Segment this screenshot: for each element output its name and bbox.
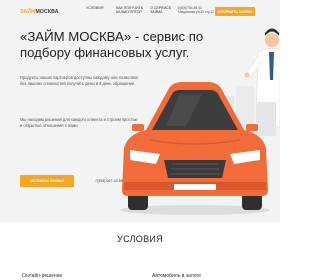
nav-about-service[interactable]: О СЕРВИСЕ ЗАЙМА <box>150 6 172 14</box>
hero-section: ЗАЙММОСКВА УСЛОВИЯ КАК ПОЛУЧИТЬ КАЛЬКУЛЯ… <box>0 0 280 222</box>
logo[interactable]: ЗАЙММОСКВА <box>20 9 59 15</box>
logo-accent: ЗАЙМ <box>20 9 36 15</box>
site-header: ЗАЙММОСКВА УСЛОВИЯ КАК ПОЛУЧИТЬ КАЛЬКУЛЯ… <box>0 0 280 22</box>
nav-conditions[interactable]: УСЛОВИЯ <box>86 6 104 10</box>
conditions-title: УСЛОВИЯ <box>117 234 163 244</box>
card-online-decision: Онлайн-решение <box>22 273 63 279</box>
hero-phone[interactable]: 7(958) 067-43-50 <box>95 179 123 183</box>
header-contact: 8(800)754-85-43 Мещанская ул.30 стр 12 <box>178 6 214 14</box>
header-address: Мещанская ул.30 стр 12 <box>178 10 215 14</box>
logo-rest: МОСКВА <box>35 9 59 15</box>
car-illustration <box>120 82 276 215</box>
leave-request-button[interactable]: ОСТАВИТЬ ЗАЯВКУ <box>20 175 74 187</box>
page-title: «ЗАЙМ МОСКВА» - сервис по подбору финанс… <box>20 29 204 60</box>
nav-how-to-get[interactable]: КАК ПОЛУЧИТЬ КАЛЬКУЛЯТОР <box>116 6 146 14</box>
card-car-collateral: Автомобиль в залоге <box>152 273 202 279</box>
apply-button-header[interactable]: ОФОРМИТЬ ЗАЯВКУ <box>215 7 255 16</box>
